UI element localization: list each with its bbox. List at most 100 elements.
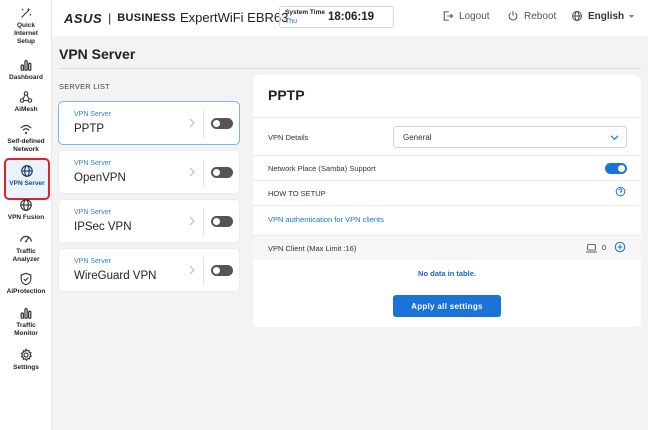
brand-separator: | [108, 11, 112, 25]
brand-logo: ASUS | BUSINESS [64, 10, 176, 26]
language-label: English [588, 10, 625, 22]
model-name: ExpertWiFi EBR63 [180, 10, 289, 25]
server-name: PPTP [74, 123, 105, 135]
caret-down-icon [628, 14, 635, 18]
server-name: WireGuard VPN [74, 270, 157, 282]
samba-support-toggle[interactable] [605, 163, 627, 174]
wizard-icon [21, 7, 32, 18]
sidebar-item-label: VPN Server [9, 180, 45, 187]
sidebar-item-label: Settings [13, 364, 39, 371]
dashboard-icon [20, 60, 32, 71]
aimesh-icon [19, 91, 33, 103]
brand-product-line: BUSINESS [117, 12, 176, 24]
wireguard-enable-toggle[interactable] [211, 265, 233, 276]
pptp-enable-toggle[interactable] [211, 118, 233, 129]
power-icon [508, 11, 518, 21]
system-time-clock: 18:06:19 [328, 11, 375, 23]
pptp-detail-panel: PPTP VPN Details General Network Place (… [253, 75, 641, 327]
system-time-day: Thu [285, 18, 298, 25]
laptop-icon [586, 244, 597, 253]
reboot-button[interactable]: Reboot [507, 10, 556, 22]
gear-icon [20, 348, 33, 362]
sidebar-item-vpn-fusion[interactable]: VPN Fusion [0, 198, 52, 222]
apply-all-settings-button[interactable]: Apply all settings [393, 295, 501, 317]
how-to-setup-label: HOW TO SETUP [268, 189, 326, 198]
card-divider [203, 110, 204, 138]
traffic-analyzer-icon [20, 235, 32, 243]
ipsec-enable-toggle[interactable] [211, 216, 233, 227]
system-time-label: System Time [285, 9, 325, 16]
card-divider [203, 159, 204, 187]
vpn-server-icon [21, 165, 33, 177]
server-card-pptp[interactable]: VPN Server PPTP [58, 101, 240, 145]
sidebar-item-label: Dashboard [9, 74, 43, 81]
vpn-client-count: 0 [602, 243, 607, 252]
sidebar-item-settings[interactable]: Settings [0, 348, 52, 372]
server-name: OpenVPN [74, 172, 126, 184]
server-card-wireguard-vpn[interactable]: VPN Server WireGuard VPN [58, 248, 240, 292]
server-category: VPN Server [74, 258, 111, 265]
server-card-openvpn[interactable]: VPN Server OpenVPN [58, 150, 240, 194]
sidebar-item-vpn-server[interactable]: VPN Server [4, 158, 50, 200]
chevron-right-icon [189, 216, 195, 226]
samba-label: Network Place (Samba) Support [268, 164, 376, 173]
server-card-ipsec-vpn[interactable]: VPN Server IPSec VPN [58, 199, 240, 243]
page-title: VPN Server [59, 46, 136, 62]
add-circle-icon[interactable] [614, 241, 626, 253]
reboot-label: Reboot [524, 10, 557, 22]
no-data-message: No data in table. [418, 269, 476, 278]
traffic-monitor-icon [20, 308, 32, 319]
sidebar-item-label: Quick Internet Setup [14, 22, 38, 45]
shield-icon [20, 272, 32, 286]
sidebar-item-dashboard[interactable]: Dashboard [0, 58, 52, 82]
sidebar-item-label: Traffic Analyzer [12, 248, 40, 263]
logout-label: Logout [459, 10, 490, 22]
server-name: IPSec VPN [74, 221, 132, 233]
sidebar-item-label: Traffic Monitor [14, 322, 38, 337]
samba-row: Network Place (Samba) Support [253, 155, 641, 180]
sidebar-item-self-defined-network[interactable]: Self-defined Network [0, 122, 52, 154]
sidebar-item-aimesh[interactable]: AiMesh [0, 90, 52, 114]
vpn-details-select[interactable]: General [393, 126, 627, 148]
sidebar-item-label: Self-defined Network [7, 138, 45, 153]
card-divider [203, 208, 204, 236]
asus-logo: ASUS [64, 10, 103, 26]
vpn-details-label: VPN Details [268, 133, 309, 142]
globe-icon [572, 11, 582, 21]
card-divider [203, 257, 204, 285]
vpn-auth-link[interactable]: VPN authentication for VPN clients [268, 215, 384, 224]
vpn-details-value: General [403, 133, 432, 142]
network-icon [20, 124, 32, 134]
server-category: VPN Server [74, 111, 111, 118]
system-time-box: System Time Thu 18:06:19 [279, 6, 394, 28]
openvpn-enable-toggle[interactable] [211, 167, 233, 178]
help-icon[interactable] [615, 186, 626, 197]
how-to-setup-row: HOW TO SETUP [253, 180, 641, 205]
auth-link-row: VPN authentication for VPN clients [253, 205, 641, 235]
server-category: VPN Server [74, 209, 111, 216]
sidebar-item-traffic-analyzer[interactable]: Traffic Analyzer [0, 232, 52, 264]
logout-icon [443, 11, 454, 21]
vpn-client-label: VPN Client (Max Limit :16) [268, 244, 357, 253]
title-divider [59, 68, 641, 69]
vpn-details-row: VPN Details General [253, 117, 641, 155]
sidebar-item-quick-internet-setup[interactable]: Quick Internet Setup [0, 6, 52, 46]
sidebar-item-label: VPN Fusion [7, 214, 45, 221]
chevron-right-icon [189, 118, 195, 128]
chevron-down-icon [610, 135, 619, 141]
sidebar: Quick Internet Setup Dashboard AiMesh Se… [0, 0, 52, 430]
sidebar-item-label: AiProtection [6, 288, 46, 295]
sidebar-item-aiprotection[interactable]: AiProtection [0, 272, 52, 296]
server-list-heading: SERVER LIST [59, 82, 110, 91]
sidebar-item-traffic-monitor[interactable]: Traffic Monitor [0, 306, 52, 338]
language-selector[interactable]: English [571, 10, 635, 22]
logout-button[interactable]: Logout [442, 10, 490, 22]
chevron-right-icon [189, 167, 195, 177]
vpn-fusion-icon [20, 199, 32, 211]
panel-title: PPTP [268, 87, 305, 103]
top-header: ASUS | BUSINESS ExpertWiFi EBR63 System … [52, 0, 648, 36]
server-category: VPN Server [74, 160, 111, 167]
chevron-right-icon [189, 265, 195, 275]
vpn-client-row: VPN Client (Max Limit :16) 0 [253, 235, 641, 260]
sidebar-item-label: AiMesh [14, 106, 38, 113]
